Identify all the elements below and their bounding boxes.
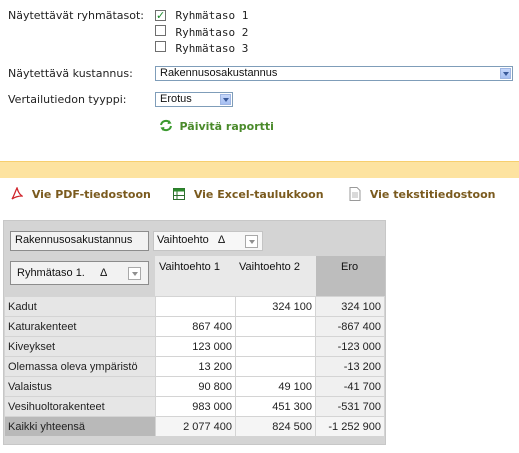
difference-cell: -1 252 900 — [315, 416, 385, 437]
column-filter-dropdown-icon[interactable] — [245, 235, 258, 248]
value-cell: 13 200 — [155, 356, 236, 377]
table-row: Valaistus 90 800 49 100 -41 700 — [4, 376, 385, 397]
value-cell: 983 000 — [155, 396, 236, 417]
column-header-vaihtoehto-1: Vaihtoehto 1 — [155, 256, 235, 296]
group-option-label: Ryhmätaso 2 — [175, 26, 249, 39]
value-cell: 324 100 — [235, 296, 316, 317]
difference-cell: -123 000 — [315, 336, 385, 357]
checkbox-unchecked-icon[interactable] — [155, 41, 166, 52]
value-cell: 90 800 — [155, 376, 236, 397]
group-option-label: Ryhmätaso 3 — [175, 42, 249, 55]
data-field-label: Rakennusosakustannus — [15, 234, 133, 246]
total-row-label: Kaikki yhteensä — [4, 416, 156, 437]
pdf-icon — [11, 187, 23, 200]
row-header: Olemassa oleva ympäristö — [4, 356, 156, 377]
table-row: Kiveykset 123 000 -123 000 — [4, 336, 385, 357]
refresh-icon — [160, 119, 172, 132]
value-cell — [235, 356, 316, 377]
row-field-label: Ryhmätaso 1. — [17, 267, 85, 279]
table-row: Vesihuoltorakenteet 983 000 451 300 -531 70… — [4, 396, 385, 417]
table-row: Kadut 324 100 324 100 — [4, 296, 385, 317]
pivot-table: Rakennusosakustannus Vaihtoehto Δ Ryhmät… — [3, 220, 386, 445]
cost-label: Näytettävä kustannus: — [8, 67, 133, 80]
value-cell: 49 100 — [235, 376, 316, 397]
section-divider-bar — [0, 161, 519, 178]
row-header: Kiveykset — [4, 336, 156, 357]
group-option-3[interactable]: Ryhmätaso 3 — [155, 41, 248, 55]
export-excel-link[interactable]: Vie Excel-taulukkoon — [173, 187, 324, 201]
export-excel-label: Vie Excel-taulukkoon — [193, 188, 324, 201]
row-filter-dropdown-icon[interactable] — [128, 267, 141, 280]
difference-cell: -41 700 — [315, 376, 385, 397]
excel-icon — [173, 188, 185, 200]
groups-label: Näytettävät ryhmätasot: — [8, 9, 144, 22]
refresh-report-button[interactable]: Päivitä raportti — [159, 119, 274, 133]
compare-label: Vertailutiedon tyyppi: — [8, 93, 127, 106]
value-cell: 867 400 — [155, 316, 236, 337]
column-header-label: Vaihtoehto 2 — [239, 261, 300, 273]
export-text-link[interactable]: Vie tekstitiedostoon — [349, 187, 496, 201]
table-row: Olemassa oleva ympäristö 13 200 -13 200 — [4, 356, 385, 377]
data-field-button[interactable]: Rakennusosakustannus — [10, 231, 149, 251]
compare-select[interactable]: Erotus — [155, 92, 233, 107]
compare-select-value: Erotus — [160, 93, 192, 105]
column-header-label: Vaihtoehto 1 — [159, 261, 220, 273]
value-cell — [235, 316, 316, 337]
total-row: Kaikki yhteensä 2 077 400 824 500 -1 252 90… — [4, 416, 385, 437]
difference-cell: -867 400 — [315, 316, 385, 337]
column-field-button[interactable]: Vaihtoehto Δ — [153, 231, 263, 251]
column-header-label: Ero — [341, 261, 359, 273]
export-pdf-link[interactable]: Vie PDF-tiedostoon — [11, 187, 151, 201]
sort-ascending-icon[interactable]: Δ — [218, 234, 225, 246]
value-cell — [155, 296, 236, 317]
chevron-down-icon[interactable] — [220, 94, 231, 105]
column-header-vaihtoehto-2: Vaihtoehto 2 — [235, 256, 316, 296]
value-cell: 2 077 400 — [155, 416, 236, 437]
row-header: Valaistus — [4, 376, 156, 397]
sort-ascending-icon[interactable]: Δ — [100, 265, 107, 281]
export-pdf-label: Vie PDF-tiedostoon — [31, 188, 151, 201]
column-header-ero: Ero — [316, 256, 385, 296]
pivot-grid: Kadut 324 100 324 100 Katurakenteet 867 400 -… — [4, 296, 385, 437]
difference-cell: -531 700 — [315, 396, 385, 417]
table-row: Katurakenteet 867 400 -867 400 — [4, 316, 385, 337]
value-cell — [235, 336, 316, 357]
row-header: Vesihuoltorakenteet — [4, 396, 156, 417]
group-option-label: Ryhmätaso 1 — [175, 9, 249, 22]
group-option-1[interactable]: Ryhmätaso 1 — [155, 9, 248, 22]
text-file-icon — [349, 187, 361, 201]
cost-select-value: Rakennusosakustannus — [160, 67, 278, 79]
row-field-button[interactable]: Ryhmätaso 1. Δ — [10, 261, 149, 285]
value-cell: 123 000 — [155, 336, 236, 357]
checkbox-checked-icon[interactable] — [155, 10, 166, 21]
cost-select[interactable]: Rakennusosakustannus — [155, 66, 513, 81]
value-cell: 824 500 — [235, 416, 316, 437]
group-option-2[interactable]: Ryhmätaso 2 — [155, 25, 248, 39]
checkbox-unchecked-icon[interactable] — [155, 25, 166, 36]
row-header: Katurakenteet — [4, 316, 156, 337]
refresh-report-label: Päivitä raportti — [179, 120, 274, 133]
chevron-down-icon[interactable] — [500, 68, 511, 79]
difference-cell: -13 200 — [315, 356, 385, 377]
column-field-label: Vaihtoehto — [157, 234, 209, 246]
export-text-label: Vie tekstitiedostoon — [369, 188, 496, 201]
value-cell: 451 300 — [235, 396, 316, 417]
difference-cell: 324 100 — [315, 296, 385, 317]
row-header: Kadut — [4, 296, 156, 317]
